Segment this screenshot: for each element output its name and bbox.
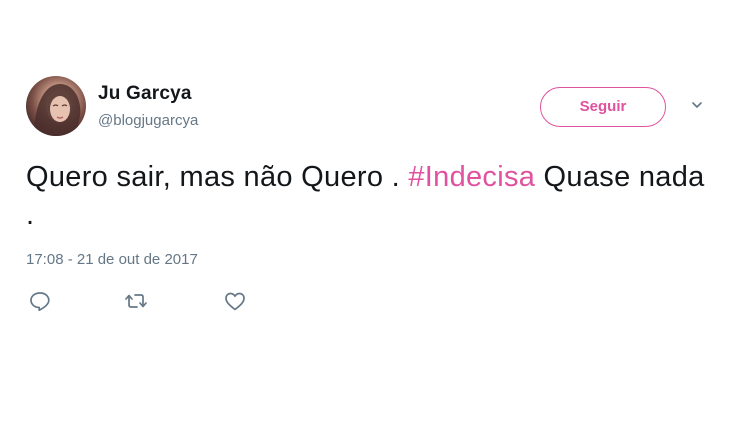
reply-icon[interactable]	[28, 290, 52, 312]
avatar[interactable]	[26, 76, 86, 136]
heart-icon[interactable]	[223, 290, 247, 312]
retweet-icon[interactable]	[124, 290, 148, 312]
hashtag-link[interactable]: #Indecisa	[408, 161, 535, 193]
tweet-text-before: Quero sair, mas não Quero .	[26, 161, 409, 193]
tweet-text: Quero sair, mas não Quero . #Indecisa Qu…	[26, 158, 716, 234]
username[interactable]: @blogjugarcya	[98, 112, 198, 129]
follow-button[interactable]: Seguir	[540, 87, 666, 127]
display-name[interactable]: Ju Garcya	[98, 83, 192, 105]
chevron-down-icon[interactable]	[690, 98, 704, 112]
timestamp[interactable]: 17:08 - 21 de out de 2017	[26, 251, 198, 268]
